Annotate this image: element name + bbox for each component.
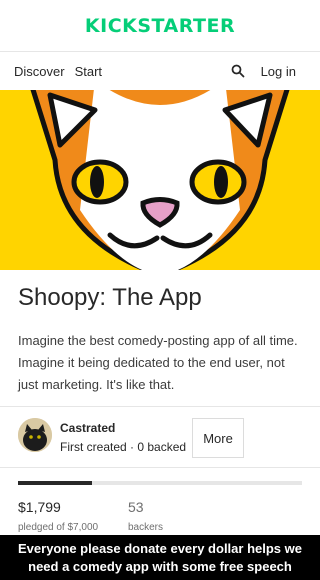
project-hero-image[interactable] xyxy=(0,90,320,270)
more-button[interactable]: More xyxy=(192,418,244,458)
backers-label: backers xyxy=(128,522,164,533)
backers-count: 53 xyxy=(128,499,144,515)
section-divider xyxy=(0,406,320,407)
cat-avatar-icon xyxy=(18,418,52,452)
nav-start-link[interactable]: Start xyxy=(75,64,102,79)
search-icon[interactable] xyxy=(231,64,245,78)
project-description: Imagine the best comedy-posting app of a… xyxy=(18,333,298,392)
funding-progress-fill xyxy=(18,481,92,485)
nav-discover-link[interactable]: Discover xyxy=(14,64,65,79)
backers-stat: 53 backers xyxy=(128,499,163,533)
pledged-amount: $1,799 xyxy=(18,499,61,515)
creator-meta: First created · 0 backed xyxy=(60,440,187,454)
login-link[interactable]: Log in xyxy=(261,64,296,79)
project-title: Shoopy: The App xyxy=(18,284,202,311)
kickstarter-logo[interactable]: KICKSTARTER xyxy=(85,15,235,37)
funding-progress-bar xyxy=(18,481,302,485)
pledged-stat: $1,799 pledged of $7,000 xyxy=(18,499,98,533)
creator-name[interactable]: Castrated xyxy=(60,421,115,435)
nav-bar: Discover Start Log in xyxy=(0,52,320,90)
caption-line-2: need a comedy app with some free speech xyxy=(28,559,292,574)
top-bar: KICKSTARTER xyxy=(0,0,320,52)
pledged-label: pledged of $7,000 xyxy=(18,522,99,533)
section-divider xyxy=(0,467,320,468)
creator-section: Castrated First created · 0 backed More xyxy=(18,418,308,462)
meme-caption: Everyone please donate every dollar help… xyxy=(0,535,320,580)
caption-line-1: Everyone please donate every dollar help… xyxy=(18,541,302,556)
creator-avatar[interactable] xyxy=(18,418,52,452)
cat-illustration xyxy=(0,90,320,270)
